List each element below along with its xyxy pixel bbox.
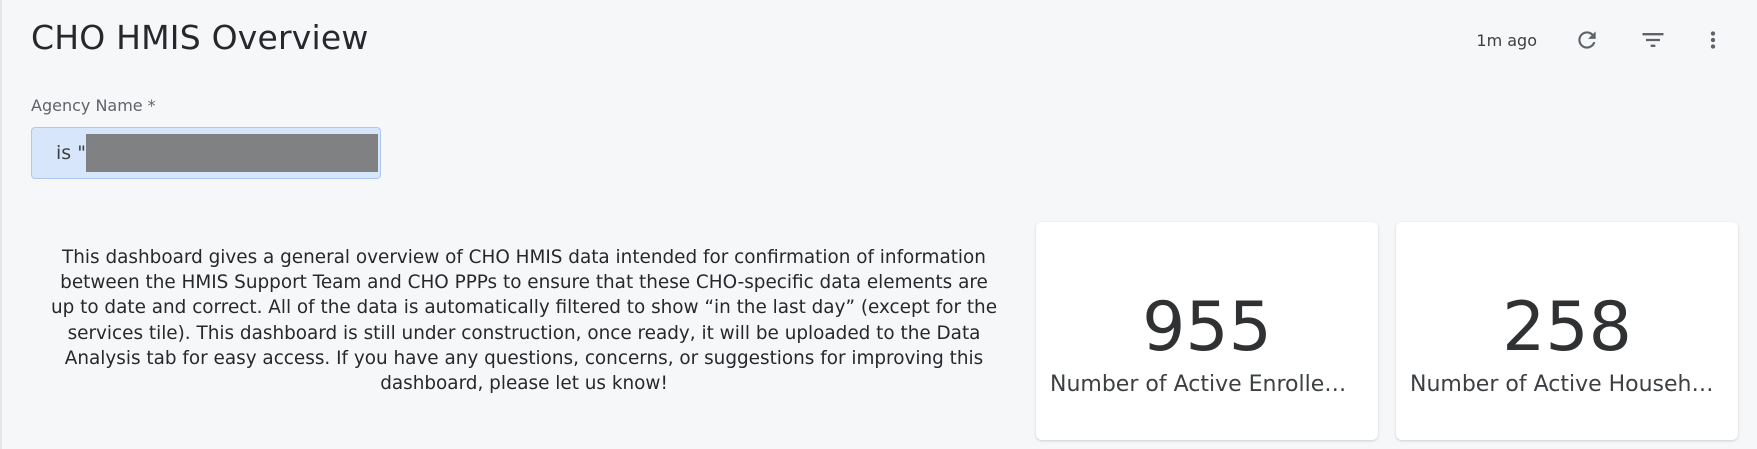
filter-chip-text: is " — [56, 142, 86, 164]
more-options-button[interactable] — [1693, 22, 1733, 58]
refresh-button[interactable] — [1567, 22, 1607, 58]
page-title: CHO HMIS Overview — [31, 18, 369, 57]
agency-name-filter-chip[interactable]: is " — [31, 127, 381, 179]
filter-toggle-button[interactable] — [1633, 22, 1673, 58]
redacted-value — [85, 134, 378, 172]
more-vert-icon — [1710, 31, 1716, 49]
agency-name-filter-label: Agency Name * — [31, 96, 156, 115]
tile-value: 955 — [1142, 288, 1272, 367]
left-edge-divider — [0, 0, 2, 449]
header-actions: 1m ago — [1476, 22, 1733, 58]
filter-label-text: Agency Name — [31, 96, 143, 115]
tile-label: Number of Active Househo… — [1410, 372, 1724, 397]
tile-label: Number of Active Enrollem… — [1050, 372, 1364, 397]
dashboard-description: This dashboard gives a general overview … — [50, 247, 998, 395]
last-updated-text: 1m ago — [1476, 30, 1537, 50]
tile-value: 258 — [1502, 288, 1632, 367]
required-marker: * — [147, 96, 156, 115]
filter-icon — [1642, 33, 1664, 47]
active-enrollments-tile[interactable]: 955 Number of Active Enrollem… — [1036, 222, 1378, 440]
active-households-tile[interactable]: 258 Number of Active Househo… — [1396, 222, 1738, 440]
refresh-icon — [1578, 31, 1596, 49]
